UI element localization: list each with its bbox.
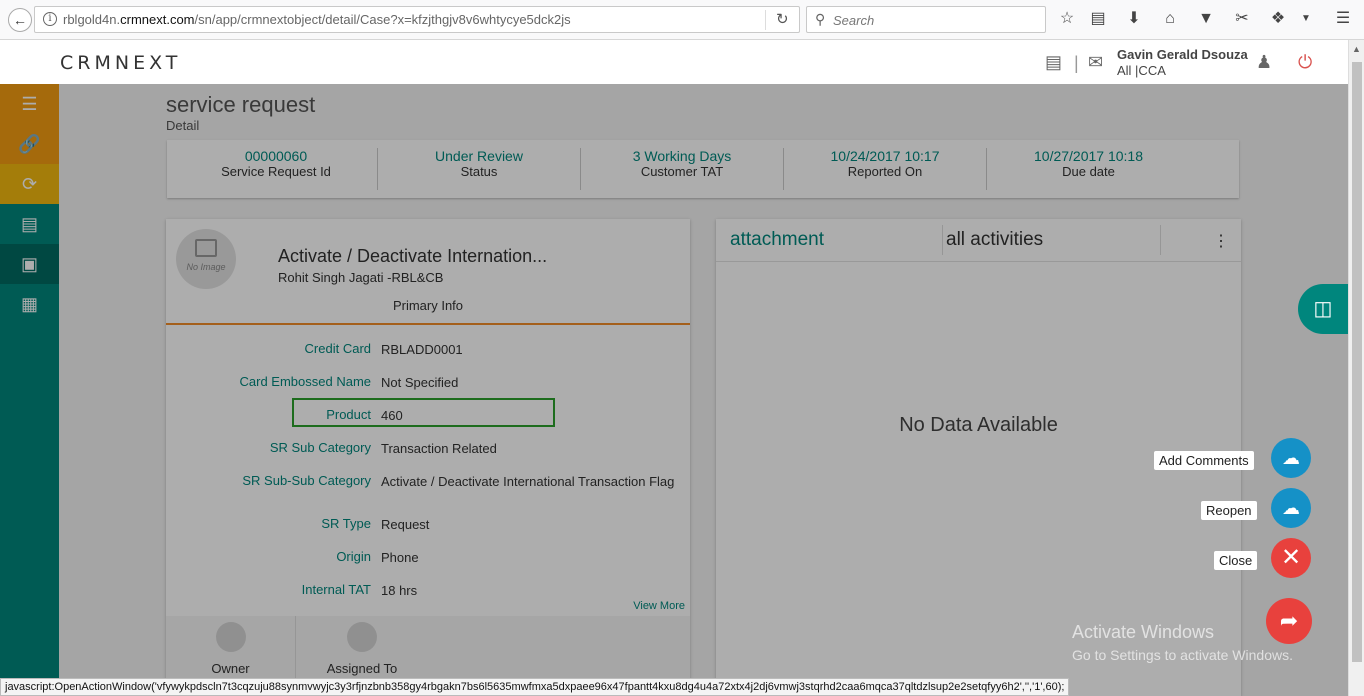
windows-watermark-text: Go to Settings to activate Windows.	[1072, 647, 1293, 663]
close-button[interactable]: ✕	[1271, 538, 1311, 578]
share-actions-fab[interactable]: ➦	[1266, 598, 1312, 644]
reading-list-icon[interactable]: ▤	[1088, 9, 1108, 29]
user-role: All |CCA	[1117, 63, 1166, 78]
user-name[interactable]: Gavin Gerald Dsouza	[1117, 47, 1248, 62]
url-divider	[765, 10, 766, 30]
power-icon[interactable]: ⏻	[1298, 52, 1312, 73]
reload-icon[interactable]: ↻	[776, 10, 789, 28]
home-icon[interactable]: ⌂	[1160, 9, 1180, 29]
windows-watermark-title: Activate Windows	[1072, 622, 1215, 642]
search-icon: ⚲	[815, 11, 826, 27]
notes-icon[interactable]: ▤	[1045, 52, 1062, 73]
browser-search-box[interactable]: ⚲ Search	[806, 6, 1046, 33]
url-text[interactable]: rblgold4n.crmnext.com/sn/app/crmnextobje…	[63, 12, 571, 27]
app-header: CRMNEXT ▤ | ✉ Gavin Gerald Dsouza All |C…	[0, 40, 1348, 84]
screenshot-icon[interactable]: ✂	[1232, 9, 1252, 29]
close-label[interactable]: Close	[1214, 551, 1258, 570]
download-icon[interactable]: ⬇	[1124, 9, 1144, 29]
hamburger-menu-icon[interactable]: ☰	[1333, 9, 1353, 29]
extension-icon[interactable]: ❖	[1268, 9, 1288, 29]
scroll-up-icon[interactable]: ▲	[1352, 44, 1361, 54]
url-bar[interactable]: i rblgold4n.crmnext.com/sn/app/crmnextob…	[34, 6, 800, 33]
header-divider: |	[1074, 53, 1079, 73]
modal-overlay[interactable]	[0, 84, 1348, 696]
pocket-icon[interactable]: ▼	[1196, 9, 1216, 29]
reopen-button[interactable]: ☁	[1271, 488, 1311, 528]
vertical-scrollbar[interactable]: ▲	[1348, 40, 1364, 696]
add-comments-button[interactable]: ☁	[1271, 438, 1311, 478]
user-profile-icon[interactable]: ♟	[1256, 52, 1272, 73]
info-icon[interactable]: i	[43, 12, 57, 26]
add-comments-label[interactable]: Add Comments	[1154, 451, 1254, 470]
chat-icon[interactable]: ✉	[1088, 52, 1103, 73]
scroll-thumb[interactable]	[1352, 62, 1362, 662]
search-placeholder: Search	[833, 13, 875, 28]
reopen-label[interactable]: Reopen	[1201, 501, 1257, 520]
bookmark-star-icon[interactable]: ☆	[1057, 9, 1077, 29]
status-bar: javascript:OpenActionWindow('vfywykpdscl…	[0, 678, 1070, 696]
layout-panel-icon[interactable]: ◫	[1298, 284, 1348, 334]
dropdown-chevron-icon[interactable]: ▼	[1296, 9, 1316, 29]
back-arrow-icon[interactable]: ←	[8, 8, 32, 32]
browser-toolbar: ← i rblgold4n.crmnext.com/sn/app/crmnext…	[0, 0, 1364, 40]
crmnext-logo: CRMNEXT	[60, 52, 182, 74]
